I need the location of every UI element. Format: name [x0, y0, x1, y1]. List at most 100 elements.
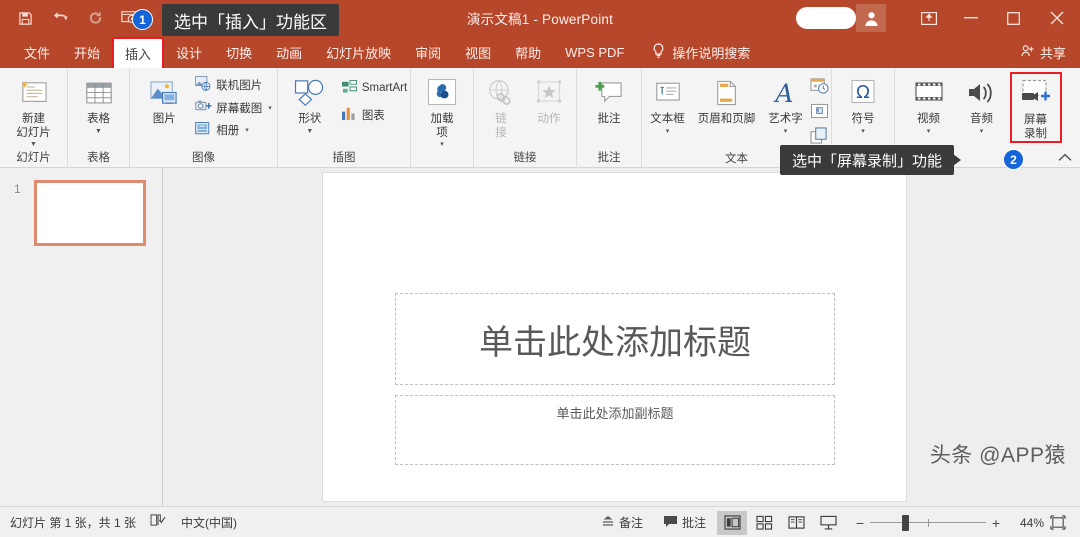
wordart-dropdown-caret[interactable]: ▾ [784, 128, 788, 135]
chevron-up-icon[interactable] [1058, 151, 1072, 165]
symbol-dropdown-caret[interactable]: ▾ [861, 128, 865, 135]
online-pictures-label: 联机图片 [216, 80, 263, 92]
subtitle-placeholder[interactable]: 单击此处添加副标题 [395, 395, 835, 465]
slideshow-button[interactable] [813, 511, 843, 535]
title-placeholder[interactable]: 单击此处添加标题 [395, 293, 835, 385]
symbol-button[interactable]: Ω 符号 ▾ [834, 72, 892, 135]
wordart-button[interactable]: A 艺术字 ▾ [763, 72, 809, 135]
comments-icon [663, 515, 678, 531]
close-button[interactable] [1034, 0, 1080, 36]
screenshot-label: 屏幕截图 [216, 102, 263, 115]
thumbnail-scrollbar[interactable] [153, 168, 162, 506]
new-slide-dropdown-caret[interactable]: ▼ [30, 141, 37, 148]
ribbon-group-label-slides: 幻灯片 [16, 152, 51, 164]
zoom-level[interactable]: 44% [1006, 516, 1044, 530]
tab-wps-pdf[interactable]: WPS PDF [553, 36, 636, 68]
screenshot-dropdown-caret[interactable]: ▾ [268, 104, 272, 112]
tab-review[interactable]: 审阅 [403, 36, 453, 68]
screen-recording-label: 屏幕 录制 [1024, 114, 1047, 140]
callout-step-1-text: 选中「插入」功能区 [174, 12, 327, 32]
screenshot-button[interactable]: 屏幕截图 ▾ [195, 99, 272, 116]
text-box-icon [654, 75, 682, 111]
header-footer-button[interactable]: 页眉和页脚 [692, 72, 762, 127]
chart-icon [341, 106, 358, 124]
shapes-dropdown-caret[interactable]: ▼ [306, 128, 313, 135]
add-ins-button[interactable]: 加载项 ▾ [413, 72, 471, 148]
zoom-out-button[interactable]: − [850, 515, 870, 531]
video-icon [914, 75, 944, 111]
proofing-icon[interactable] [150, 513, 167, 532]
shapes-button[interactable]: 形状 ▼ [281, 72, 339, 135]
tab-file[interactable]: 文件 [12, 36, 62, 68]
language-indicator[interactable]: 中文(中国) [181, 514, 237, 531]
photo-album-dropdown-caret[interactable]: ▾ [245, 126, 249, 134]
comments-button[interactable]: 批注 [653, 507, 716, 537]
table-label: 表格 [87, 113, 110, 125]
redo-icon[interactable] [84, 7, 106, 29]
image-small-buttons: 联机图片 屏幕截图 ▾ 相册 ▾ [195, 72, 272, 139]
tell-me-search[interactable]: 操作说明搜索 [652, 36, 750, 68]
photo-album-icon [195, 121, 212, 139]
ribbon-display-options-icon[interactable] [908, 0, 950, 36]
table-dropdown-caret[interactable]: ▼ [95, 128, 102, 135]
tab-slideshow[interactable]: 幻灯片放映 [314, 36, 403, 68]
undo-dropdown-caret[interactable]: ▾ [64, 15, 68, 22]
maximize-button[interactable] [992, 0, 1034, 36]
date-time-icon[interactable] [810, 77, 829, 100]
screen-recording-button[interactable]: 屏幕 录制 [1009, 72, 1062, 143]
share-button[interactable]: 共享 [1021, 36, 1066, 68]
new-comment-button[interactable]: 批注 [580, 72, 638, 127]
link-button[interactable]: 链接 [478, 72, 524, 140]
ribbon-group-label-images: 图像 [192, 152, 215, 164]
status-bar: 幻灯片 第 1 张，共 1 张 中文(中国) 备注 批注 − + 44% [0, 506, 1080, 537]
action-button[interactable]: 动作 [526, 72, 572, 127]
minimize-button[interactable] [950, 0, 992, 36]
status-bar-right: 备注 批注 − + 44% [591, 507, 1072, 537]
callout-badge-2: 2 [1003, 149, 1024, 170]
add-ins-label: 加载项 [430, 113, 454, 139]
add-ins-dropdown-caret[interactable]: ▾ [440, 141, 444, 148]
tab-design[interactable]: 设计 [164, 36, 214, 68]
tab-view[interactable]: 视图 [453, 36, 503, 68]
table-button[interactable]: 表格 ▼ [70, 72, 128, 135]
video-button[interactable]: 视频 ▾ [904, 72, 954, 135]
audio-dropdown-caret[interactable]: ▾ [980, 128, 984, 135]
online-pictures-button[interactable]: 联机图片 [195, 76, 272, 94]
tab-animations[interactable]: 动画 [264, 36, 314, 68]
picture-icon [149, 75, 180, 111]
save-icon[interactable] [14, 7, 36, 29]
audio-button[interactable]: 音频 ▾ [957, 72, 1007, 135]
zoom-slider-handle[interactable] [902, 514, 909, 531]
normal-view-button[interactable] [717, 510, 747, 535]
tab-help[interactable]: 帮助 [503, 36, 553, 68]
zoom-slider[interactable] [870, 513, 986, 533]
audio-label: 音频 [970, 113, 993, 125]
wordart-icon: A [772, 75, 800, 111]
fit-slide-icon[interactable] [1044, 515, 1072, 530]
video-dropdown-caret[interactable]: ▾ [927, 128, 931, 135]
new-slide-icon [19, 75, 49, 111]
slide-thumbnail-1[interactable] [34, 180, 146, 246]
slide-number-icon[interactable] [810, 103, 829, 124]
share-person-icon [1021, 44, 1035, 61]
avatar[interactable] [856, 4, 886, 32]
header-footer-label: 页眉和页脚 [697, 113, 756, 125]
undo-icon[interactable]: ▾ [49, 7, 71, 29]
zoom-slider-center-tick [928, 518, 929, 527]
text-box-dropdown-caret[interactable]: ▾ [666, 128, 670, 135]
slide-sorter-button[interactable] [749, 511, 779, 535]
smartart-button[interactable]: SmartArt [341, 79, 407, 97]
tab-home[interactable]: 开始 [62, 36, 112, 68]
tab-transitions[interactable]: 切换 [214, 36, 264, 68]
notes-button[interactable]: 备注 [591, 507, 653, 537]
photo-album-button[interactable]: 相册 ▾ [195, 121, 272, 139]
tab-insert[interactable]: 插入 [112, 37, 165, 68]
zoom-in-button[interactable]: + [986, 515, 1006, 531]
reading-view-button[interactable] [781, 511, 811, 535]
chart-button[interactable]: 图表 [341, 106, 407, 124]
text-box-button[interactable]: 文本框 ▾ [645, 72, 691, 135]
callout-step-2: 选中「屏幕录制」功能 [780, 145, 962, 175]
slide-canvas[interactable]: 单击此处添加标题 单击此处添加副标题 [323, 173, 906, 501]
new-slide-button[interactable]: 新建 幻灯片 ▼ [5, 72, 63, 148]
picture-button[interactable]: 图片 [135, 72, 193, 127]
